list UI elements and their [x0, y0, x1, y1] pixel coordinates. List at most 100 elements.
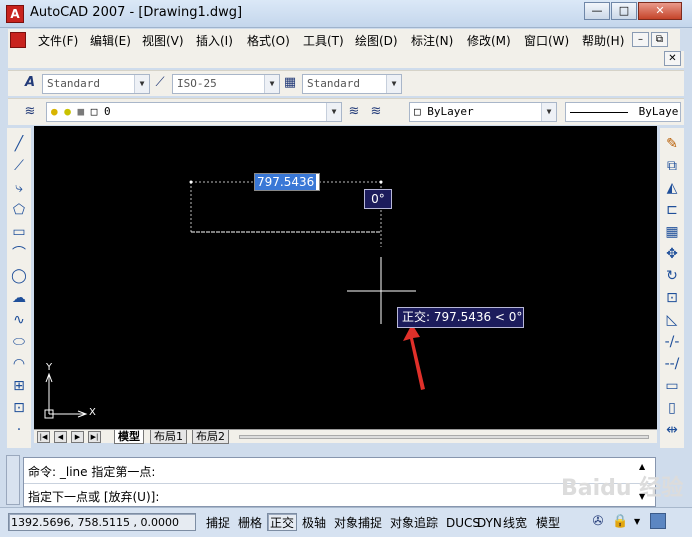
next-tab-button[interactable]: ▶ [71, 431, 84, 443]
erase-icon[interactable]: ✎ [664, 136, 680, 152]
line-icon[interactable]: ╱ [11, 136, 27, 152]
chevron-down-icon: ▼ [134, 75, 149, 93]
menu-modify[interactable]: 修改(M) [467, 32, 511, 49]
color-value: ByLayer [427, 105, 474, 118]
menu-window[interactable]: 窗口(W) [524, 32, 569, 49]
first-tab-button[interactable]: |◀ [37, 431, 50, 443]
copy-icon[interactable]: ⧉ [664, 158, 680, 174]
stretch-icon[interactable]: ◺ [664, 312, 680, 328]
doc-restore-button[interactable]: ⧉ [651, 32, 668, 47]
extend-icon[interactable]: --/ [664, 356, 680, 372]
toggle-snap[interactable]: 捕捉 [203, 513, 233, 531]
toggle-osnap[interactable]: 对象捕捉 [331, 513, 385, 531]
minimize-button[interactable]: — [584, 2, 610, 20]
polygon-icon[interactable]: ⬠ [11, 202, 27, 218]
toggle-polar[interactable]: 极轴 [299, 513, 329, 531]
menu-help[interactable]: 帮助(H) [582, 32, 624, 49]
tab-layout2[interactable]: 布局2 [192, 430, 229, 444]
move-icon[interactable]: ✥ [664, 246, 680, 262]
menu-tools[interactable]: 工具(T) [303, 32, 344, 49]
trim-icon[interactable]: -/- [664, 334, 680, 350]
menu-draw[interactable]: 绘图(D) [355, 32, 398, 49]
text-style-icon[interactable]: A [22, 75, 38, 91]
point-icon[interactable]: · [11, 422, 27, 438]
maximize-button[interactable]: □ [611, 2, 637, 20]
rectangle-icon[interactable]: ▭ [11, 224, 27, 240]
scroll-up-icon[interactable]: ▲ [639, 462, 645, 471]
layer-select[interactable]: ● ● ■ □ 0 ▼ [46, 102, 342, 122]
table-style-icon[interactable]: ▦ [282, 75, 298, 91]
command-prompt-line[interactable]: 指定下一点或 [放弃(U)]: [28, 488, 159, 505]
chevron-down-icon: ▼ [386, 75, 401, 93]
scale-icon[interactable]: ⊡ [664, 290, 680, 306]
angle-input-field[interactable]: 0° [364, 189, 392, 209]
ellipse-icon[interactable]: ⬭ [11, 334, 27, 350]
revision-cloud-icon[interactable]: ☁ [11, 290, 27, 306]
tab-model[interactable]: 模型 [114, 430, 144, 444]
color-select[interactable]: □ ByLayer ▼ [409, 102, 557, 122]
ellipse-arc-icon[interactable]: ◠ [11, 356, 27, 372]
close-button[interactable]: ✕ [638, 2, 682, 20]
ortho-tooltip: 正交: 797.5436 < 0° [397, 307, 524, 328]
make-block-icon[interactable]: ⊡ [11, 400, 27, 416]
length-input-field[interactable]: 797.5436 [254, 173, 320, 191]
baidu-watermark: Baidu 经验 [561, 476, 684, 501]
make-object-layer-current-icon[interactable]: ≋ [346, 104, 362, 120]
toggle-model[interactable]: 模型 [533, 513, 563, 531]
toggle-lineweight[interactable]: 线宽 [500, 513, 530, 531]
toggle-ortho[interactable]: 正交 [267, 513, 298, 531]
rotate-icon[interactable]: ↻ [664, 268, 680, 284]
doc-close-button[interactable]: ✕ [664, 51, 681, 66]
arc-icon[interactable]: ⌒ [11, 246, 27, 262]
last-tab-button[interactable]: ▶| [88, 431, 101, 443]
dim-style-select[interactable]: ISO-25 ▼ [172, 74, 280, 94]
communication-center-icon[interactable]: ✇ [590, 514, 606, 530]
status-bar: 1392.5696, 758.5115 , 0.0000 捕捉 栅格 正交 极轴… [0, 507, 692, 537]
lock-toolbar-icon[interactable]: 🔒 [612, 514, 628, 530]
clean-screen-icon[interactable] [650, 513, 666, 529]
menu-bar-row2: ✕ [8, 51, 684, 68]
chevron-down-icon: ▼ [541, 103, 556, 121]
join-icon[interactable]: ▯ [664, 400, 680, 416]
autocad-app-icon[interactable]: A [6, 5, 24, 23]
toggle-grid[interactable]: 栅格 [235, 513, 265, 531]
document-icon[interactable] [10, 32, 26, 48]
array-icon[interactable]: ▦ [664, 224, 680, 240]
menu-view[interactable]: 视图(V) [142, 32, 184, 49]
table-style-select[interactable]: Standard ▼ [302, 74, 402, 94]
spline-icon[interactable]: ∿ [11, 312, 27, 328]
draw-toolbar: ╱ ⟋ ⤷ ⬠ ▭ ⌒ ◯ ☁ ∿ ⬭ ◠ ⊞ ⊡ · [7, 128, 31, 448]
menu-edit[interactable]: 编辑(E) [90, 32, 131, 49]
scroll-down-icon[interactable]: ▼ [639, 492, 645, 501]
coordinate-display[interactable]: 1392.5696, 758.5115 , 0.0000 [8, 513, 196, 531]
insert-block-icon[interactable]: ⊞ [11, 378, 27, 394]
status-menu-chevron-icon[interactable]: ▼ [634, 517, 640, 526]
linetype-select[interactable]: ByLayer [565, 102, 681, 122]
toggle-otrack[interactable]: 对象追踪 [387, 513, 441, 531]
circle-icon[interactable]: ◯ [11, 268, 27, 284]
menu-format[interactable]: 格式(O) [247, 32, 290, 49]
menu-dimension[interactable]: 标注(N) [411, 32, 453, 49]
current-layer-name: 0 [104, 105, 111, 118]
polyline-icon[interactable]: ⤷ [11, 180, 27, 196]
horizontal-scrollbar[interactable] [239, 435, 649, 439]
construction-line-icon[interactable]: ⟋ [11, 158, 27, 174]
command-window-grip[interactable] [6, 455, 20, 505]
tab-layout1[interactable]: 布局1 [150, 430, 187, 444]
doc-minimize-button[interactable]: – [632, 32, 649, 47]
command-window[interactable]: 命令: _line 指定第一点: 指定下一点或 [放弃(U)]: Baidu 经… [23, 457, 683, 507]
break-icon[interactable]: ▭ [664, 378, 680, 394]
drawing-area[interactable]: 797.5436 0° 正交: 797.5436 < 0° Y X [34, 126, 657, 429]
offset-icon[interactable]: ⊏ [664, 202, 680, 218]
fillet-icon[interactable]: ⇹ [664, 422, 680, 438]
layer-manager-icon[interactable]: ≋ [22, 104, 38, 120]
chevron-down-icon: ▼ [326, 103, 341, 121]
text-style-select[interactable]: Standard ▼ [42, 74, 150, 94]
menu-file[interactable]: 文件(F) [38, 32, 78, 49]
mirror-icon[interactable]: ◭ [664, 180, 680, 196]
dim-style-icon[interactable]: ⟋ [152, 75, 168, 91]
prev-tab-button[interactable]: ◀ [54, 431, 67, 443]
layer-previous-icon[interactable]: ≋ [368, 104, 384, 120]
dim-style-value: ISO-25 [177, 77, 217, 90]
menu-insert[interactable]: 插入(I) [196, 32, 233, 49]
